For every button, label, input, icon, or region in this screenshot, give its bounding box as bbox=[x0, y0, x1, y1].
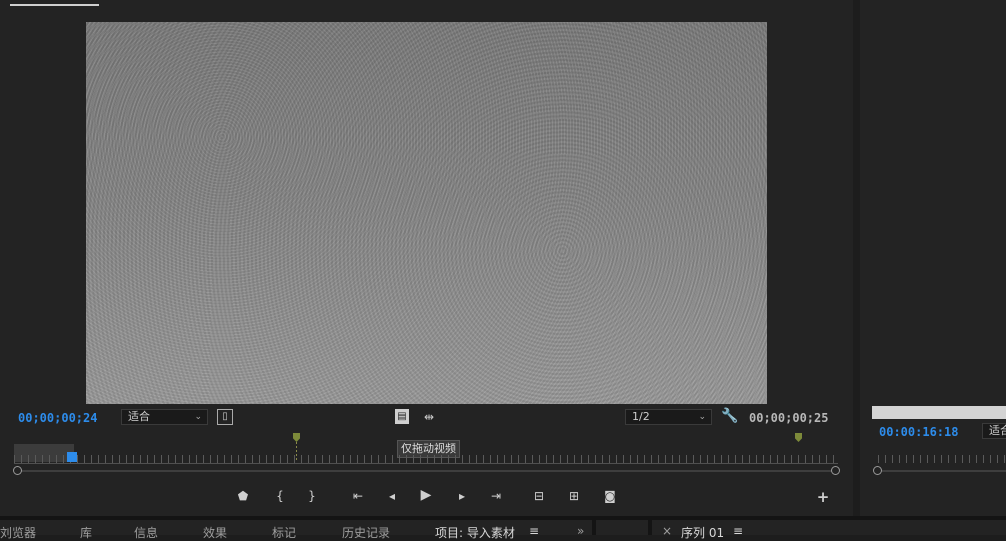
program-time-ruler[interactable] bbox=[878, 455, 1006, 463]
tab-group-divider bbox=[592, 520, 596, 535]
tab-overflow-icon[interactable]: » bbox=[577, 524, 584, 538]
add-marker-icon[interactable]: ⬟ bbox=[235, 488, 251, 504]
play-icon[interactable]: ▶ bbox=[418, 487, 434, 503]
resolution-value: 1/2 bbox=[632, 410, 650, 423]
mark-out-icon[interactable]: } bbox=[304, 488, 320, 504]
drag-audio-only-icon[interactable]: ⇹ bbox=[420, 409, 438, 425]
close-icon[interactable]: × bbox=[662, 524, 672, 538]
zoom-value: 适合 bbox=[128, 410, 150, 423]
program-preview bbox=[872, 406, 1006, 419]
tab-markers[interactable]: 标记 bbox=[272, 524, 296, 541]
drag-video-only-icon[interactable]: ▤ bbox=[395, 409, 409, 424]
program-scrollbar[interactable] bbox=[882, 470, 1006, 472]
resolution-dropdown[interactable]: 1/2 ⌄ bbox=[625, 409, 712, 425]
tab-group-divider bbox=[648, 520, 652, 535]
scrollbar-right-handle[interactable] bbox=[831, 466, 840, 475]
tab-effects[interactable]: 效果 bbox=[203, 524, 227, 541]
program-zoom-dropdown[interactable]: 适合 bbox=[982, 423, 1006, 439]
insert-icon[interactable]: ⊟ bbox=[530, 488, 548, 504]
scrollbar-left-handle[interactable] bbox=[13, 466, 22, 475]
overwrite-icon[interactable]: ⊞ bbox=[565, 488, 583, 504]
tab-libraries[interactable]: 库 bbox=[80, 524, 92, 541]
tab-project[interactable]: 项目: 导入素材 bbox=[435, 524, 515, 541]
current-timecode[interactable]: 00;00;00;24 bbox=[18, 411, 97, 425]
zoom-dropdown[interactable]: 适合 ⌄ bbox=[121, 409, 208, 425]
camera-icon[interactable]: ◙ bbox=[601, 488, 619, 504]
zoom-scrollbar[interactable] bbox=[18, 470, 836, 472]
program-timecode[interactable]: 00:00:16:18 bbox=[879, 425, 958, 439]
active-tab-indicator bbox=[10, 4, 99, 6]
ruler-baseline bbox=[14, 463, 838, 464]
program-zoom-value: 适合 bbox=[989, 424, 1006, 437]
video-preview bbox=[86, 22, 767, 404]
duration-timecode: 00;00;00;25 bbox=[749, 411, 829, 425]
plus-icon[interactable]: + bbox=[815, 489, 831, 505]
mark-in-icon[interactable]: { bbox=[272, 488, 288, 504]
tab-info[interactable]: 信息 bbox=[134, 524, 158, 541]
program-scrollbar-left-handle[interactable] bbox=[873, 466, 882, 475]
safe-margins-icon[interactable]: ▯ bbox=[217, 409, 233, 425]
tab-menu-icon[interactable]: ≡ bbox=[529, 524, 539, 538]
chevron-down-icon: ⌄ bbox=[194, 412, 202, 422]
step-back-icon[interactable]: ◂ bbox=[384, 488, 400, 504]
go-to-out-icon[interactable]: ⇥ bbox=[487, 488, 505, 504]
sequence-menu-icon[interactable]: ≡ bbox=[733, 524, 743, 538]
step-forward-icon[interactable]: ▸ bbox=[454, 488, 470, 504]
time-ruler[interactable] bbox=[14, 455, 838, 463]
wrench-icon[interactable]: 🔧 bbox=[721, 408, 739, 424]
tab-sequence[interactable]: 序列 01 bbox=[681, 524, 724, 541]
go-to-in-icon[interactable]: ⇤ bbox=[349, 488, 367, 504]
chevron-down-icon: ⌄ bbox=[698, 412, 706, 422]
tab-media-browser[interactable]: 刘览器 bbox=[0, 524, 36, 541]
playhead[interactable] bbox=[67, 452, 77, 462]
tab-history[interactable]: 历史记录 bbox=[342, 524, 390, 541]
